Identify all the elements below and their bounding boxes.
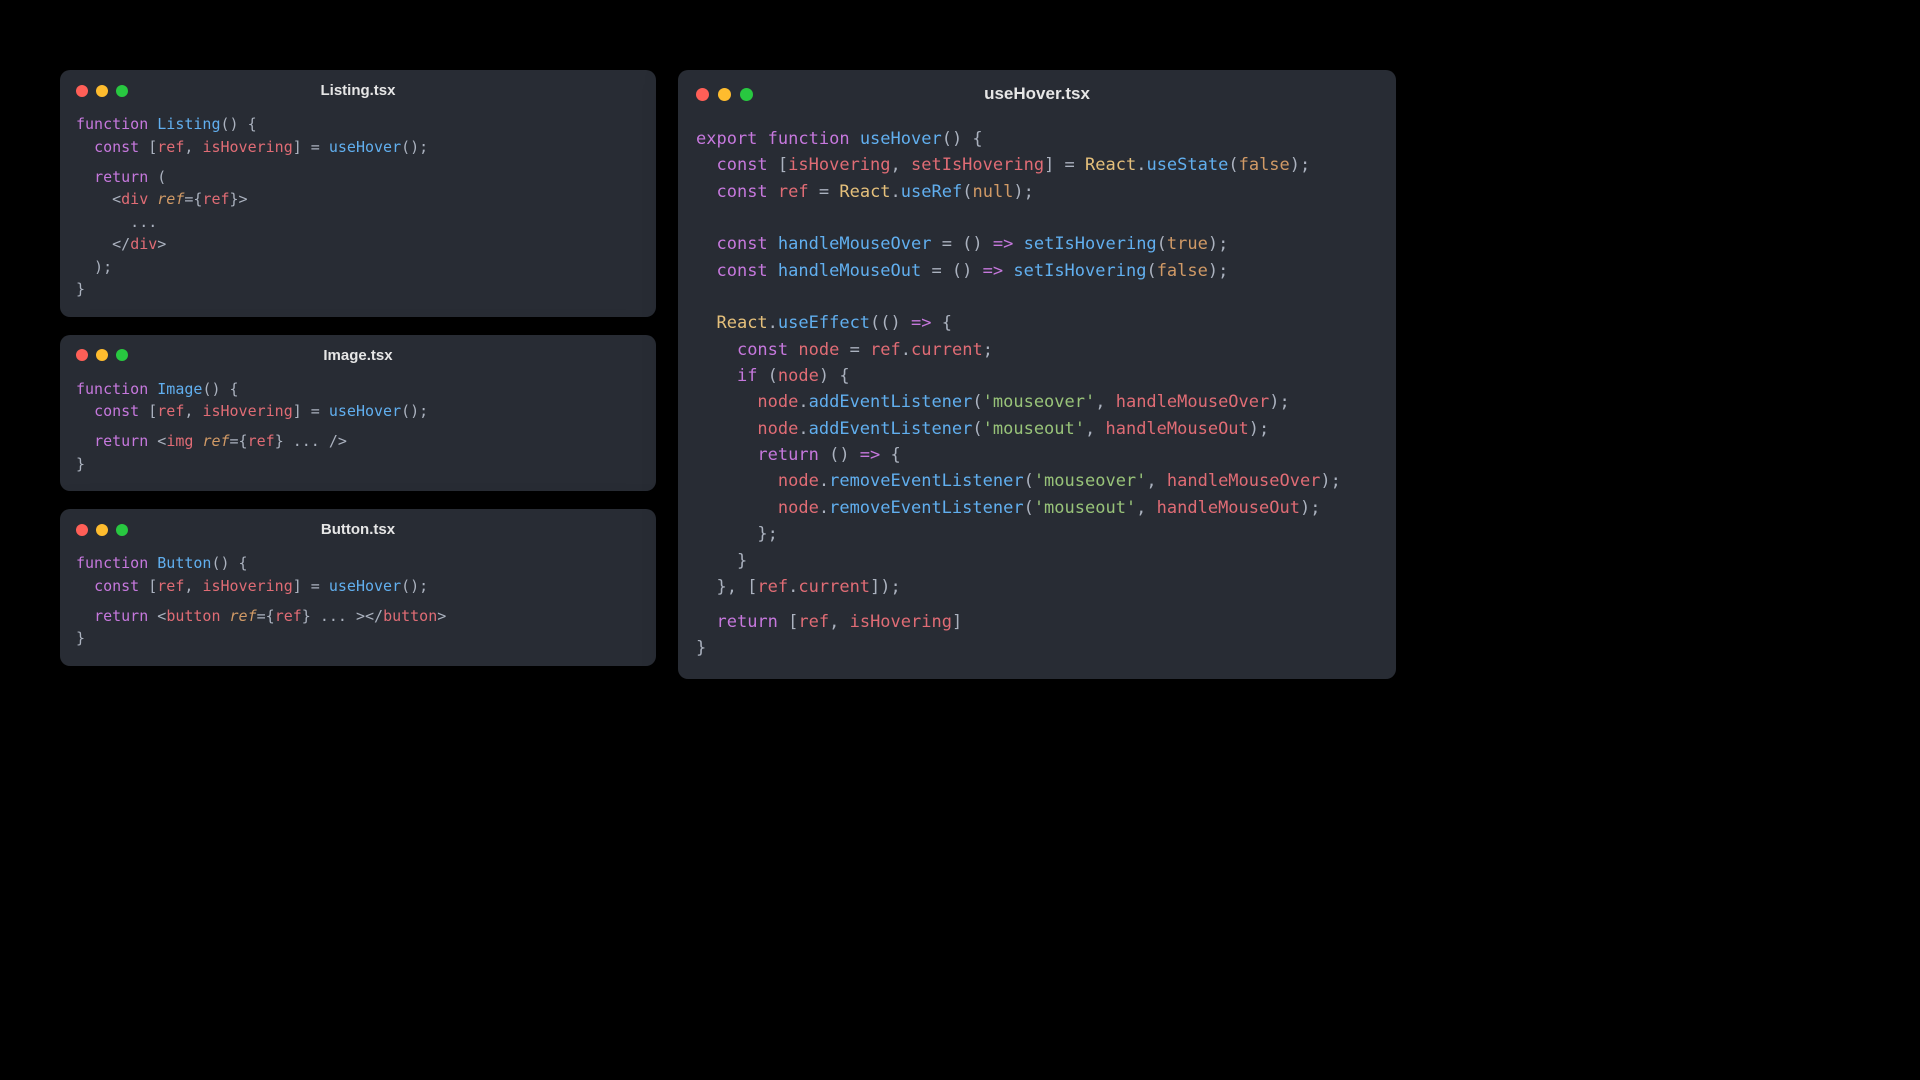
window-usehover: useHover.tsx export function useHover() …	[678, 70, 1396, 679]
code-block-image: function Image() { const [ref, isHoverin…	[60, 370, 656, 492]
traffic-lights	[76, 349, 128, 361]
window-title: Listing.tsx	[320, 82, 395, 99]
close-icon[interactable]	[76, 524, 88, 536]
close-icon[interactable]	[696, 88, 709, 101]
close-icon[interactable]	[76, 85, 88, 97]
traffic-lights	[76, 85, 128, 97]
window-button: Button.tsx function Button() { const [re…	[60, 509, 656, 666]
window-title: useHover.tsx	[984, 84, 1090, 104]
minimize-icon[interactable]	[96, 349, 108, 361]
titlebar: Image.tsx	[60, 335, 656, 370]
close-icon[interactable]	[76, 349, 88, 361]
code-block-usehover: export function useHover() { const [isHo…	[678, 112, 1396, 679]
window-listing: Listing.tsx function Listing() { const […	[60, 70, 656, 317]
window-image: Image.tsx function Image() { const [ref,…	[60, 335, 656, 492]
titlebar: useHover.tsx	[678, 70, 1396, 112]
minimize-icon[interactable]	[718, 88, 731, 101]
code-block-listing: function Listing() { const [ref, isHover…	[60, 105, 656, 317]
window-title: Button.tsx	[321, 521, 395, 538]
maximize-icon[interactable]	[116, 349, 128, 361]
window-title: Image.tsx	[323, 347, 392, 364]
right-column: useHover.tsx export function useHover() …	[678, 70, 1396, 746]
minimize-icon[interactable]	[96, 524, 108, 536]
left-column: Listing.tsx function Listing() { const […	[60, 70, 656, 746]
maximize-icon[interactable]	[116, 85, 128, 97]
traffic-lights	[76, 524, 128, 536]
titlebar: Listing.tsx	[60, 70, 656, 105]
maximize-icon[interactable]	[116, 524, 128, 536]
maximize-icon[interactable]	[740, 88, 753, 101]
titlebar: Button.tsx	[60, 509, 656, 544]
minimize-icon[interactable]	[96, 85, 108, 97]
code-block-button: function Button() { const [ref, isHoveri…	[60, 544, 656, 666]
traffic-lights	[696, 88, 753, 101]
